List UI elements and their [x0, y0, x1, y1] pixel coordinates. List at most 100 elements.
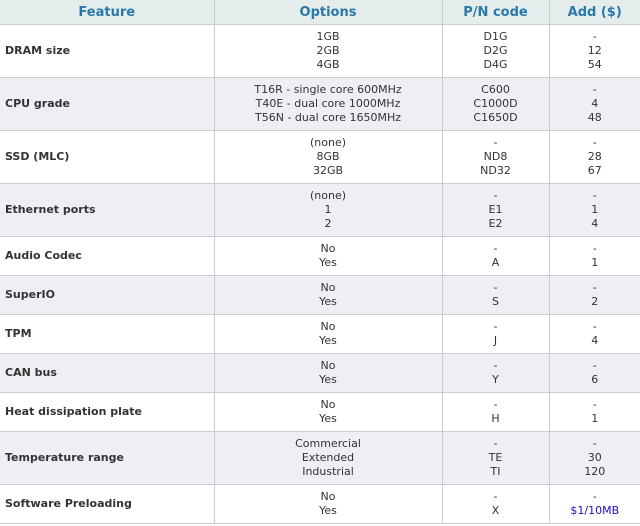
add-price-cell: -30 120 — [548, 431, 640, 485]
feature-cell: SSD (MLC) — [0, 130, 215, 184]
add-price-value: - — [592, 83, 597, 96]
pn-code-cell: - E1 E2 — [441, 183, 550, 237]
add-price-cell: -28 67 — [548, 130, 640, 184]
add-price-value: - — [592, 437, 597, 450]
options-value: 2 — [324, 217, 332, 230]
price-link[interactable]: $1/10MB — [550, 504, 640, 518]
add-price-value: 1 — [591, 256, 599, 269]
add-price-value: 1 — [591, 412, 599, 425]
feature-cell: SuperIO — [0, 275, 215, 315]
add-price-value: 67 — [587, 164, 602, 177]
add-price-value: - — [592, 30, 597, 43]
add-price-value: 1 — [591, 203, 599, 216]
pn-code-value: - — [493, 242, 498, 255]
table-row: DRAM size 1GB 2GB 4GB D1G D2G D4G -12 54 — [0, 24, 640, 78]
pn-code-value: D1G — [483, 30, 508, 43]
feature-cell: DRAM size — [0, 24, 215, 78]
add-price-value: 30 — [587, 451, 602, 464]
header-feature: Feature — [0, 0, 215, 25]
add-price-value: 48 — [587, 111, 602, 124]
pn-code-value: Y — [492, 373, 499, 386]
options-value: (none) — [309, 136, 347, 149]
options-value: Extended — [301, 451, 355, 464]
pn-code-value: - — [493, 437, 498, 450]
add-price-value: 12 — [587, 44, 602, 57]
pn-code-cell: -X — [441, 484, 550, 524]
options-value: Yes — [319, 504, 337, 517]
options-cell: 1GB 2GB 4GB — [213, 24, 443, 78]
table-row: CPU grade T16R - single core 600MHz T40E -… — [0, 77, 640, 131]
pn-code-cell: -H — [441, 392, 550, 432]
pn-code-value: - — [493, 189, 498, 202]
table-row: SSD (MLC) (none) 8GB 32GB - ND8 ND32-28 67 — [0, 130, 640, 184]
pn-code-cell: C600 C1000D C1650D — [441, 77, 550, 131]
options-value: No — [320, 281, 336, 294]
options-value: (none) — [309, 189, 347, 202]
pn-code-value: D2G — [483, 44, 508, 57]
options-value: No — [320, 398, 336, 411]
add-price-value: 4 — [591, 97, 599, 110]
add-price-cell: -6 — [548, 353, 640, 393]
add-price-value: - — [592, 320, 597, 333]
pn-code-value: A — [491, 256, 500, 269]
pn-code-value: C1650D — [473, 111, 518, 124]
options-cell: No Yes — [213, 392, 443, 432]
feature-cell: CAN bus — [0, 353, 215, 393]
options-value: T40E - dual core 1000MHz — [255, 97, 401, 110]
pn-code-cell: -A — [441, 236, 550, 276]
pn-code-value: - — [493, 490, 498, 503]
add-price-value: - — [592, 242, 597, 255]
add-price-value: - — [592, 490, 597, 503]
add-price-value: 4 — [591, 217, 599, 230]
pn-code-value: - — [493, 136, 498, 149]
options-value: No — [320, 359, 336, 372]
pn-code-cell: - TE TI — [441, 431, 550, 485]
add-price-cell: -14 — [548, 183, 640, 237]
options-value: Yes — [319, 334, 337, 347]
options-cell: (none) 8GB 32GB — [213, 130, 443, 184]
add-price-cell: -1 — [548, 236, 640, 276]
table-row: TPM No Yes - J -4 — [0, 314, 640, 354]
feature-cell: Heat dissipation plate — [0, 392, 215, 432]
header-pn-code: P/N code — [441, 0, 550, 25]
options-value: Yes — [319, 373, 337, 386]
pn-code-cell: -S — [441, 275, 550, 315]
options-value: Industrial — [302, 465, 354, 478]
options-value: T56N - dual core 1650MHz — [254, 111, 401, 124]
pn-code-value: - — [493, 281, 498, 294]
add-price-value: - — [592, 281, 597, 294]
pn-code-cell: -J — [441, 314, 550, 354]
add-price-value: 120 — [584, 465, 606, 478]
feature-cell: TPM — [0, 314, 215, 354]
header-row: Feature Options P/N code Add ($) — [0, 0, 640, 25]
options-cell: No Yes — [213, 484, 443, 524]
feature-cell: Audio Codec — [0, 236, 215, 276]
options-value: Yes — [319, 295, 337, 308]
add-price-value: 6 — [591, 373, 599, 386]
options-cell: (none) 1 2 — [213, 183, 443, 237]
options-value: 4GB — [316, 58, 340, 71]
add-price-cell: -4 — [548, 314, 640, 354]
pn-code-value: - — [493, 359, 498, 372]
pn-code-cell: -Y — [441, 353, 550, 393]
options-value: Yes — [319, 256, 337, 269]
add-price-cell: - $1/10MB — [548, 484, 640, 524]
pn-code-value: E2 — [488, 217, 503, 230]
table-row: Software Preloading No Yes - X - $1/10MB — [0, 484, 640, 524]
feature-cell: CPU grade — [0, 77, 215, 131]
options-cell: No Yes — [213, 236, 443, 276]
pn-code-value: H — [491, 412, 500, 425]
add-price-value: - — [592, 359, 597, 372]
options-value: 32GB — [312, 164, 344, 177]
pn-code-value: S — [492, 295, 499, 308]
options-value: Commercial — [295, 437, 361, 450]
options-value: 2GB — [316, 44, 340, 57]
options-value: 1 — [324, 203, 332, 216]
pn-code-value: E1 — [488, 203, 503, 216]
pn-code-value: TI — [490, 465, 501, 478]
add-price-value: 2 — [591, 295, 599, 308]
add-price-cell: -12 54 — [548, 24, 640, 78]
pn-code-cell: D1G D2G D4G — [441, 24, 550, 78]
feature-cell: Temperature range — [0, 431, 215, 485]
feature-cell: Ethernet ports — [0, 183, 215, 237]
